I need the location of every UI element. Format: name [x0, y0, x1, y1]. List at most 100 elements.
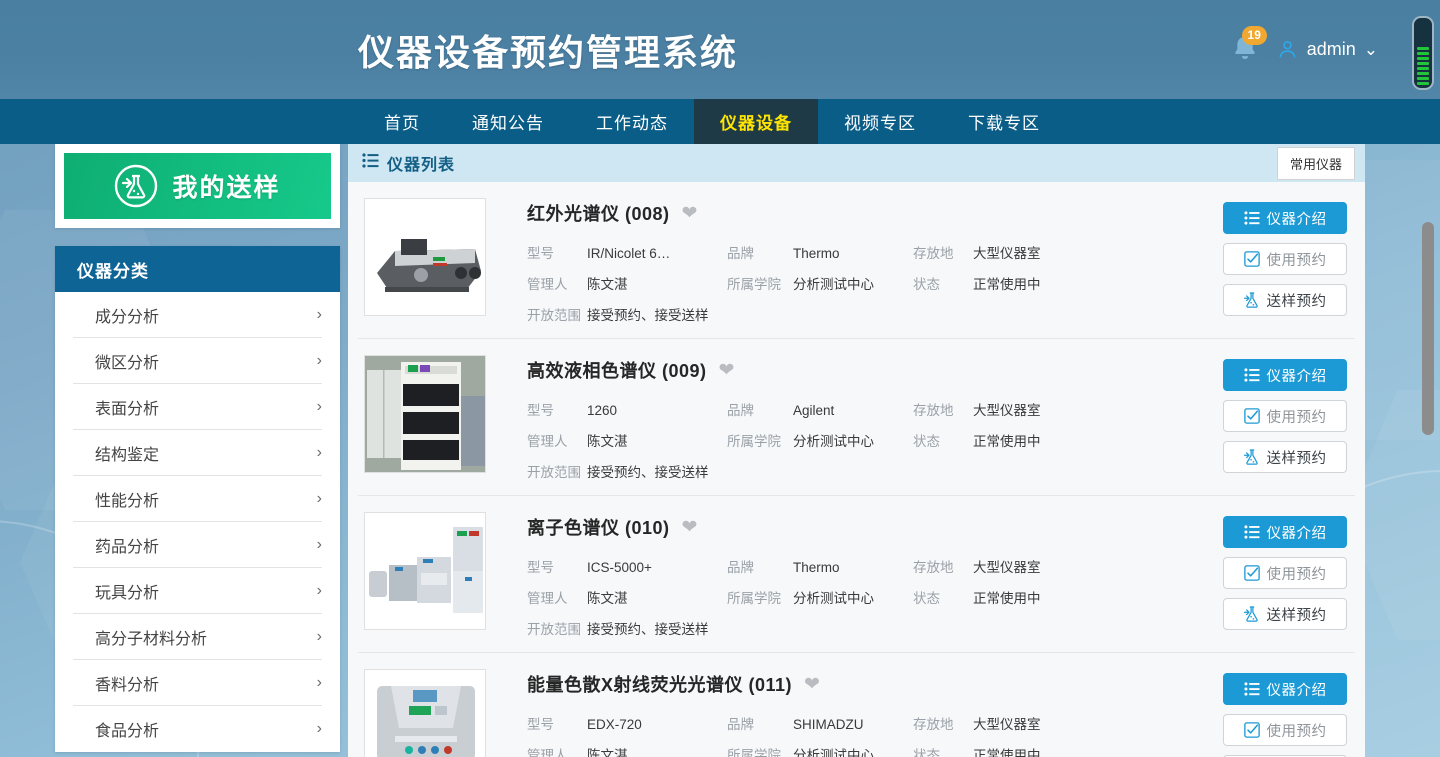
field-value-model: IR/Nicolet 6… [587, 246, 727, 261]
sidebar-category-item[interactable]: 结构鉴定› [73, 430, 322, 476]
flask-icon [1244, 449, 1260, 466]
field-label-model: 型号 [527, 713, 587, 733]
field-label-location: 存放地 [913, 556, 973, 576]
category-label: 食品分析 [95, 717, 159, 741]
use-booking-label: 使用预约 [1267, 563, 1327, 584]
sidebar-category-item[interactable]: 玩具分析› [73, 568, 322, 614]
instrument-intro-button[interactable]: 仪器介绍 [1223, 673, 1347, 705]
category-label: 药品分析 [95, 533, 159, 557]
instrument-thumbnail [364, 512, 486, 630]
category-label: 成分分析 [95, 303, 159, 327]
category-list: 成分分析›微区分析›表面分析›结构鉴定›性能分析›药品分析›玩具分析›高分子材料… [55, 292, 340, 752]
field-value-brand: SHIMADZU [793, 717, 913, 732]
use-booking-button[interactable]: 使用预约 [1223, 400, 1347, 432]
use-booking-label: 使用预约 [1267, 406, 1327, 427]
chevron-right-icon: › [317, 536, 322, 554]
instrument-fields: 型号EDX-720品牌SHIMADZU存放地大型仪器室管理人陈文湛所属学院分析测… [527, 713, 1223, 757]
field-label-location: 存放地 [913, 713, 973, 733]
use-booking-button[interactable]: 使用预约 [1223, 557, 1347, 589]
field-label-brand: 品牌 [727, 713, 793, 733]
favorite-heart-icon[interactable]: ❤ [682, 518, 698, 537]
sidebar-category-item[interactable]: 成分分析› [73, 292, 322, 338]
flask-icon [1244, 292, 1260, 309]
nav-item-5[interactable]: 下载专区 [942, 99, 1066, 144]
field-value-location: 大型仪器室 [973, 713, 1223, 733]
nav-item-0[interactable]: 首页 [358, 99, 446, 144]
nav-item-3[interactable]: 仪器设备 [694, 99, 818, 144]
field-label-manager: 管理人 [527, 430, 587, 450]
field-value-brand: Agilent [793, 403, 913, 418]
instrument-fields: 型号1260品牌Agilent存放地大型仪器室管理人陈文湛所属学院分析测试中心状… [527, 399, 1223, 481]
field-value-college: 分析测试中心 [793, 273, 913, 293]
sample-booking-button[interactable]: 送样预约 [1223, 598, 1347, 630]
instrument-list-title: 仪器列表 [387, 151, 455, 175]
list-icon [1244, 682, 1260, 696]
instrument-intro-button[interactable]: 仪器介绍 [1223, 202, 1347, 234]
use-booking-button[interactable]: 使用预约 [1223, 243, 1347, 275]
use-booking-button[interactable]: 使用预约 [1223, 714, 1347, 746]
sample-booking-button[interactable]: 送样预约 [1223, 284, 1347, 316]
category-label: 香料分析 [95, 671, 159, 695]
field-value-status: 正常使用中 [973, 273, 1223, 293]
category-panel: 仪器分类 成分分析›微区分析›表面分析›结构鉴定›性能分析›药品分析›玩具分析›… [55, 246, 340, 752]
field-value-open-scope: 接受预约、接受送样 [587, 618, 1223, 638]
instrument-actions: 仪器介绍使用预约送样预约 [1223, 198, 1347, 316]
user-menu-button[interactable]: admin ⌄ [1276, 38, 1378, 61]
field-value-status: 正常使用中 [973, 587, 1223, 607]
nav-item-1[interactable]: 通知公告 [446, 99, 570, 144]
sidebar-category-item[interactable]: 香料分析› [73, 660, 322, 706]
field-value-location: 大型仪器室 [973, 242, 1223, 262]
chevron-right-icon: › [317, 352, 322, 370]
sidebar-category-item[interactable]: 药品分析 › [73, 522, 322, 568]
sidebar-category-item[interactable]: 食品分析 › [73, 706, 322, 752]
notification-bell-button[interactable]: 19 [1228, 30, 1262, 70]
field-label-model: 型号 [527, 399, 587, 419]
page-title: 仪器设备预约管理系统 [358, 24, 738, 76]
sample-booking-button[interactable]: 送样预约 [1223, 441, 1347, 473]
field-label-college: 所属学院 [727, 587, 793, 607]
instrument-intro-button[interactable]: 仪器介绍 [1223, 516, 1347, 548]
field-value-location: 大型仪器室 [973, 399, 1223, 419]
list-icon [1244, 525, 1260, 539]
my-sample-button[interactable]: 我的送样 [64, 153, 331, 219]
category-label: 结构鉴定 [95, 441, 159, 465]
favorite-heart-icon[interactable]: ❤ [682, 204, 698, 223]
instrument-card: 能量色散X射线荧光光谱仪 (011)❤型号EDX-720品牌SHIMADZU存放… [358, 653, 1355, 757]
instrument-intro-label: 仪器介绍 [1267, 522, 1327, 543]
signal-level-indicator [1412, 16, 1434, 90]
sidebar-category-item[interactable]: 高分子材料分析› [73, 614, 322, 660]
check-square-icon [1244, 722, 1260, 738]
check-square-icon [1244, 565, 1260, 581]
field-value-manager: 陈文湛 [587, 430, 727, 450]
sidebar-category-item[interactable]: 表面分析› [73, 384, 322, 430]
instrument-intro-label: 仪器介绍 [1267, 365, 1327, 386]
favorite-heart-icon[interactable]: ❤ [719, 361, 735, 380]
category-panel-title: 仪器分类 [55, 246, 340, 292]
field-value-college: 分析测试中心 [793, 587, 913, 607]
instrument-info: 高效液相色谱仪 (009)❤型号1260品牌Agilent存放地大型仪器室管理人… [527, 355, 1223, 481]
sample-booking-label: 送样预约 [1267, 290, 1327, 311]
nav-item-4[interactable]: 视频专区 [818, 99, 942, 144]
sidebar-category-item[interactable]: 微区分析› [73, 338, 322, 384]
field-label-location: 存放地 [913, 242, 973, 262]
common-instruments-button[interactable]: 常用仪器 [1277, 147, 1355, 180]
instrument-intro-button[interactable]: 仪器介绍 [1223, 359, 1347, 391]
field-label-status: 状态 [913, 744, 973, 757]
field-label-open-scope: 开放范围 [527, 618, 587, 638]
use-booking-label: 使用预约 [1267, 720, 1327, 741]
flask-icon [1244, 606, 1260, 623]
favorite-heart-icon[interactable]: ❤ [804, 675, 820, 694]
sidebar-category-item[interactable]: 性能分析› [73, 476, 322, 522]
category-label: 高分子材料分析 [95, 625, 207, 649]
field-value-model: EDX-720 [587, 717, 727, 732]
notification-count-badge: 19 [1242, 26, 1267, 45]
nav-item-2[interactable]: 工作动态 [570, 99, 694, 144]
sample-booking-label: 送样预约 [1267, 447, 1327, 468]
chevron-right-icon: › [317, 490, 322, 508]
page-scrollbar[interactable] [1422, 222, 1434, 435]
chevron-right-icon: › [317, 582, 322, 600]
instrument-fields: 型号IR/Nicolet 6…品牌Thermo存放地大型仪器室管理人陈文湛所属学… [527, 242, 1223, 324]
chevron-right-icon: › [317, 720, 322, 738]
field-value-manager: 陈文湛 [587, 587, 727, 607]
list-icon [1244, 211, 1260, 225]
